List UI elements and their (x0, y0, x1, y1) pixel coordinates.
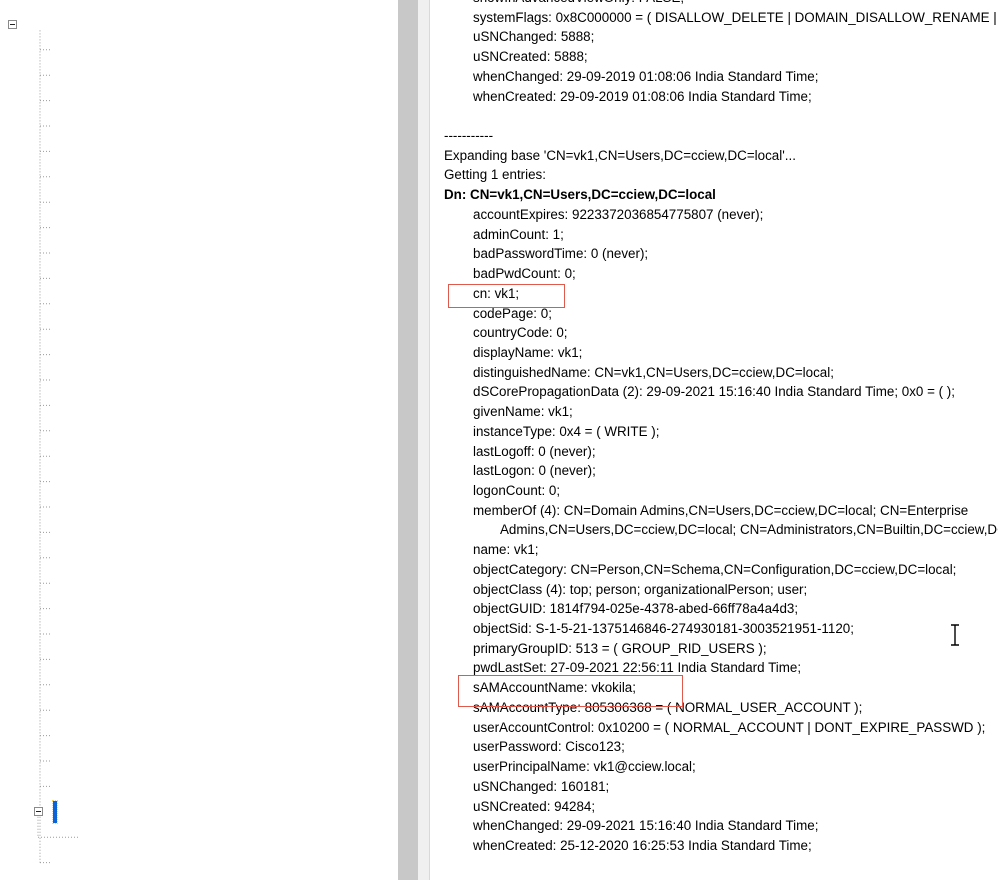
output-line: userAccountControl: 0x10200 = ( NORMAL_A… (473, 719, 986, 735)
output-line: countryCode: 0; (473, 325, 568, 341)
output-line: whenChanged: 29-09-2021 15:16:40 India S… (473, 818, 819, 834)
output-line: Getting 1 entries: (444, 167, 546, 183)
output-line: lastLogon: 0 (never); (473, 463, 596, 479)
output-line: instanceType: 0x4 = ( WRITE ); (473, 423, 660, 439)
output-line: dSCorePropagationData (2): 29-09-2021 15… (473, 384, 955, 400)
pane-splitter[interactable] (418, 0, 430, 880)
output-line: Admins,CN=Users,DC=cciew,DC=local; CN=Ad… (500, 522, 998, 538)
output-line: accountExpires: 9223372036854775807 (nev… (473, 206, 764, 222)
output-line: objectCategory: CN=Person,CN=Schema,CN=C… (473, 561, 957, 577)
output-line: adminCount: 1; (473, 226, 564, 242)
output-line: logonCount: 0; (473, 483, 561, 498)
output-line: memberOf (4): CN=Domain Admins,CN=Users,… (473, 502, 969, 518)
output-line: badPasswordTime: 0 (never); (473, 246, 649, 262)
output-line: uSNCreated: 5888; (473, 49, 588, 65)
output-line: objectSid: S-1-5-21-1375146846-274930181… (473, 621, 854, 637)
output-line: badPwdCount: 0; (473, 266, 576, 282)
output-line: objectClass (4): top; person; organizati… (473, 581, 808, 597)
output-line: displayName: vk1; (473, 344, 583, 360)
tree-guide-lines (37, 30, 79, 864)
output-line: ----------- (444, 128, 494, 144)
output-line: distinguishedName: CN=vk1,CN=Users,DC=cc… (473, 364, 834, 380)
output-line: primaryGroupID: 513 = ( GROUP_RID_USERS … (473, 640, 767, 656)
output-line: name: vk1; (473, 542, 539, 558)
output-line: lastLogoff: 0 (never); (473, 443, 596, 459)
output-line: uSNChanged: 160181; (473, 778, 610, 794)
output-line: uSNCreated: 94284; (473, 798, 596, 814)
output-line: Expanding base 'CN=vk1,CN=Users,DC=cciew… (444, 147, 796, 163)
output-line: objectGUID: 1814f794-025e-4378-abed-66ff… (473, 601, 799, 617)
entry-dn-line: Dn: CN=vk1,CN=Users,DC=cciew,DC=local (444, 187, 716, 203)
collapse-box-icon[interactable] (33, 807, 43, 817)
output-line: whenChanged: 29-09-2019 01:08:06 India S… (473, 68, 819, 84)
output-line: givenName: vk1; (473, 404, 573, 420)
output-line: whenCreated: 25-12-2020 16:25:53 India S… (473, 837, 812, 853)
output-line: systemFlags: 0x8C000000 = ( DISALLOW_DEL… (473, 9, 998, 25)
text-cursor-icon (951, 624, 959, 646)
output-line: userPassword: Cisco123; (473, 739, 625, 755)
output-line: userPrincipalName: vk1@cciew.local; (473, 759, 696, 775)
tree-item-selected[interactable] (52, 799, 58, 824)
highlight-samaccountname-box (458, 675, 683, 707)
output-line: whenCreated: 29-09-2019 01:08:06 India S… (473, 88, 812, 104)
tree-scrollbar[interactable] (398, 0, 418, 880)
ldap-tree-pane[interactable] (0, 0, 398, 880)
output-pane[interactable]: showInAdvancedViewOnly: FALSE;systemFlag… (431, 0, 998, 880)
output-line: uSNChanged: 5888; (473, 29, 595, 45)
highlight-cn-box (448, 284, 565, 308)
collapse-box-icon[interactable] (7, 19, 17, 29)
